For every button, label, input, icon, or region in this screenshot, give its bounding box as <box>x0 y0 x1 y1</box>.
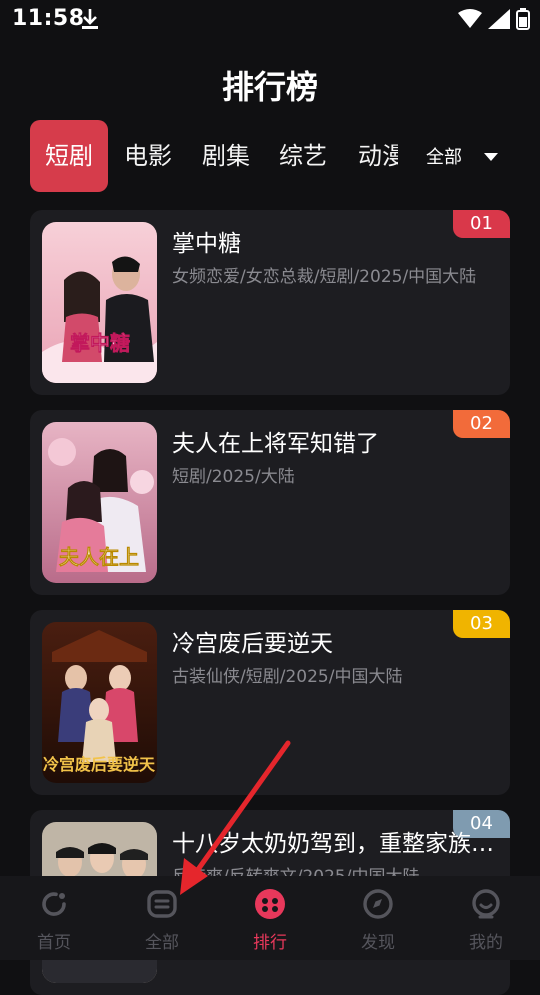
list-box-icon <box>146 890 178 924</box>
tab-movie[interactable]: 电影 <box>124 120 172 192</box>
caret-down-icon <box>484 146 498 167</box>
status-time: 11:58 <box>12 6 85 31</box>
compass-icon <box>362 889 394 924</box>
poster-image: 掌中糖 <box>42 222 157 383</box>
poster-image: 冷宫废后要逆天 <box>42 622 157 783</box>
nav-label: 首页 <box>37 933 71 953</box>
page-title: 排行榜 <box>221 68 318 106</box>
tab-anime[interactable]: 动漫 <box>356 120 398 192</box>
profile-face-icon <box>470 889 502 924</box>
filter-label: 全部 <box>426 147 462 168</box>
list-item[interactable]: 夫人在上 02 夫人在上将军知错了 短剧/2025/大陆 <box>30 410 510 595</box>
wifi-icon <box>458 9 482 33</box>
nav-label: 我的 <box>469 933 503 953</box>
tab-series[interactable]: 剧集 <box>202 120 250 192</box>
poster-title-art: 冷宫废后要逆天 <box>43 755 156 774</box>
item-title: 夫人在上将军知错了 <box>172 431 379 457</box>
status-bar: 11:58 <box>0 0 540 40</box>
tab-short-drama[interactable]: 短剧 <box>30 120 108 192</box>
annotation-arrow-icon <box>180 740 291 895</box>
signal-icon <box>488 9 510 33</box>
category-tabs: 短剧 电影 剧集 综艺 动漫 全部 <box>30 120 510 192</box>
nav-profile[interactable]: 我的 <box>432 888 540 953</box>
item-tags: 女频恋爱/女恋总裁/短剧/2025/中国大陆 <box>172 267 477 287</box>
refresh-home-icon <box>38 892 70 924</box>
item-title: 掌中糖 <box>172 231 241 257</box>
ranking-dots-icon <box>254 889 286 924</box>
list-item[interactable]: 掌中糖 01 掌中糖 女频恋爱/女恋总裁/短剧/2025/中国大陆 <box>30 210 510 395</box>
nav-discover[interactable]: 发现 <box>324 888 432 953</box>
item-tags: 古装仙侠/短剧/2025/中国大陆 <box>172 667 403 687</box>
item-tags: 短剧/2025/大陆 <box>172 467 295 487</box>
filter-dropdown[interactable]: 全部 <box>426 120 498 192</box>
item-title: 冷宫废后要逆天 <box>172 631 333 657</box>
nav-label: 全部 <box>145 933 179 953</box>
download-icon <box>80 8 100 34</box>
battery-icon <box>516 8 530 34</box>
nav-label: 排行 <box>253 933 287 953</box>
poster-title-art: 掌中糖 <box>70 331 130 355</box>
nav-home[interactable]: 首页 <box>0 888 108 953</box>
tab-variety[interactable]: 综艺 <box>279 120 327 192</box>
poster-image: 夫人在上 <box>42 422 157 583</box>
nav-label: 发现 <box>361 933 395 953</box>
poster-title-art: 夫人在上 <box>59 545 139 569</box>
